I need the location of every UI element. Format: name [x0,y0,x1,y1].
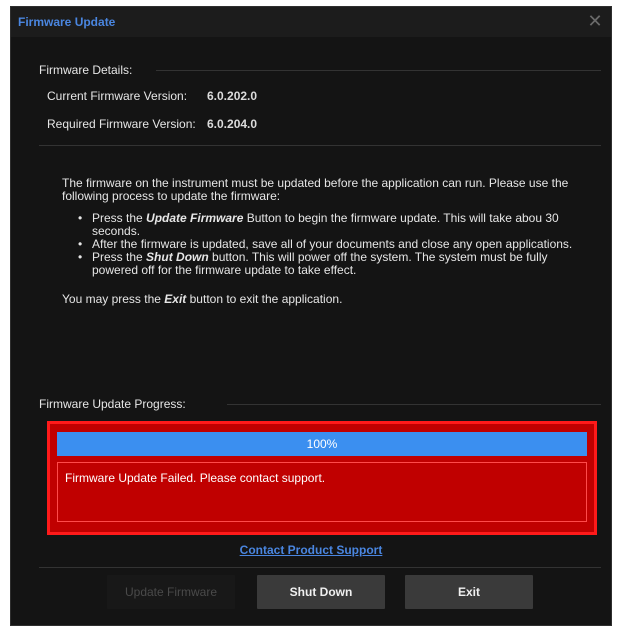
update-firmware-emphasis: Update Firmware [146,211,244,225]
firmware-update-dialog: Firmware Update ✕ Firmware Details: Curr… [10,6,612,626]
update-firmware-button[interactable]: Update Firmware [107,575,235,609]
instruction-step-1: • Press the Update Firmware Button to be… [78,211,596,238]
progress-heading: Firmware Update Progress: [39,397,186,411]
exit-emphasis: Exit [164,292,187,306]
instructions-block: The firmware on the instrument must be u… [62,177,596,306]
step-1-text: Press the [92,211,147,225]
progress-percent: 100% [306,437,338,451]
progress-bar: 100% [57,432,587,456]
dialog-title: Firmware Update [18,15,116,29]
exit-note-text: You may press the [62,292,165,306]
bullet-icon: • [78,250,83,264]
progress-panel: 100% Firmware Update Failed. Please cont… [47,421,597,535]
exit-note: You may press the Exit button to exit th… [62,293,596,306]
progress-divider [227,404,601,405]
step-3-text: Press the [92,250,147,264]
required-version-value: 6.0.204.0 [207,117,258,131]
details-bottom-divider [39,145,601,146]
contact-support-link[interactable]: Contact Product Support [11,543,611,557]
current-version-label: Current Firmware Version: [47,89,188,103]
buttons-divider [39,567,601,568]
close-icon[interactable]: ✕ [585,11,605,31]
error-message: Firmware Update Failed. Please contact s… [65,471,326,485]
required-version-label: Required Firmware Version: [47,117,196,131]
bullet-icon: • [78,211,83,225]
instructions-steps: • Press the Update Firmware Button to be… [62,212,596,277]
exit-note-text-end: button to exit the application. [186,292,343,306]
current-version-value: 6.0.202.0 [207,89,258,103]
step-2-text: After the firmware is updated, save all … [92,237,573,251]
details-divider [156,70,601,71]
shut-down-button[interactable]: Shut Down [257,575,385,609]
firmware-details-heading: Firmware Details: [39,63,133,77]
error-message-box: Firmware Update Failed. Please contact s… [57,462,587,522]
instruction-step-3: • Press the Shut Down button. This will … [78,250,596,277]
title-bar: Firmware Update ✕ [11,7,611,37]
shut-down-emphasis: Shut Down [146,250,209,264]
instructions-intro: The firmware on the instrument must be u… [62,176,569,203]
exit-button[interactable]: Exit [405,575,533,609]
